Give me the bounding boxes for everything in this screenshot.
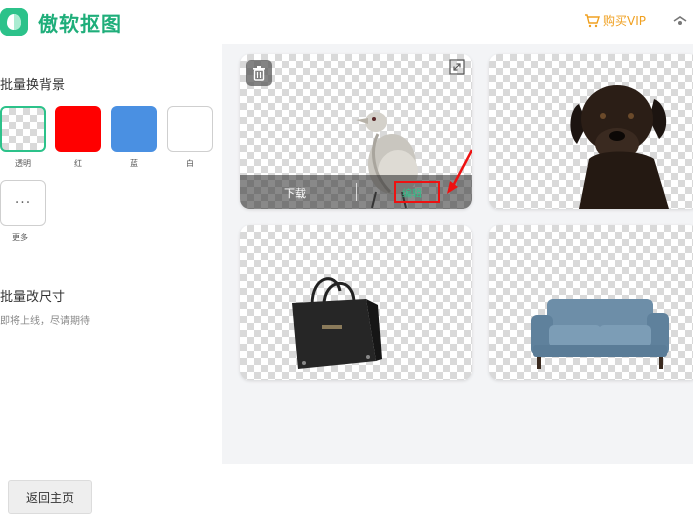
swatch-label-red: 红 xyxy=(74,159,82,168)
swatch-label-white: 白 xyxy=(186,159,194,168)
more-colors-button[interactable]: ··· xyxy=(0,180,46,226)
cart-icon xyxy=(585,13,600,27)
sidebar: 批量换背景 透明 红 蓝 白 ··· 更多 批量改尺寸 即将上线，尽请期待 xyxy=(0,44,222,464)
app-title: 傲软抠图 xyxy=(38,12,122,36)
download-button[interactable]: 下载 xyxy=(284,185,306,201)
annotation-arrow-icon xyxy=(447,149,472,194)
image-card-sofa[interactable] xyxy=(489,225,693,380)
expand-button[interactable] xyxy=(448,58,466,76)
trash-icon xyxy=(253,66,265,81)
action-divider xyxy=(356,183,357,201)
dog-image xyxy=(570,85,669,209)
batch-resize-title: 批量改尺寸 xyxy=(0,290,66,305)
user-menu-icon[interactable] xyxy=(672,12,693,30)
swatch-red[interactable] xyxy=(55,106,101,152)
swatch-transparent[interactable] xyxy=(0,106,46,152)
card-action-bar: 下载 编辑 xyxy=(240,175,472,209)
swatch-label-transparent: 透明 xyxy=(15,159,31,168)
gallery-area: 下载 编辑 xyxy=(222,44,693,464)
logo-icon xyxy=(0,8,28,36)
coming-soon-text: 即将上线，尽请期待 xyxy=(0,316,90,327)
back-to-home-button[interactable]: 返回主页 xyxy=(8,480,92,514)
sofa-image xyxy=(531,299,669,369)
image-card-bird[interactable]: 下载 编辑 xyxy=(240,54,472,209)
batch-background-title: 批量换背景 xyxy=(0,78,66,93)
buy-vip-label: 购买VIP xyxy=(603,14,646,28)
top-bar: 傲软抠图 购买VIP xyxy=(0,0,693,44)
bottom-bar: 返回主页 xyxy=(0,464,693,520)
swatch-label-blue: 蓝 xyxy=(130,159,138,168)
highlight-box xyxy=(394,181,440,203)
more-icon: ··· xyxy=(14,195,32,211)
swatch-blue[interactable] xyxy=(111,106,157,152)
buy-vip-link[interactable]: 购买VIP xyxy=(584,12,646,29)
image-card-handbag[interactable] xyxy=(240,225,472,380)
more-label: 更多 xyxy=(12,233,28,242)
handbag-image xyxy=(292,277,382,369)
expand-icon xyxy=(449,59,465,75)
delete-button[interactable] xyxy=(246,60,272,86)
swatch-white[interactable] xyxy=(167,106,213,152)
image-card-dog[interactable] xyxy=(489,54,693,209)
